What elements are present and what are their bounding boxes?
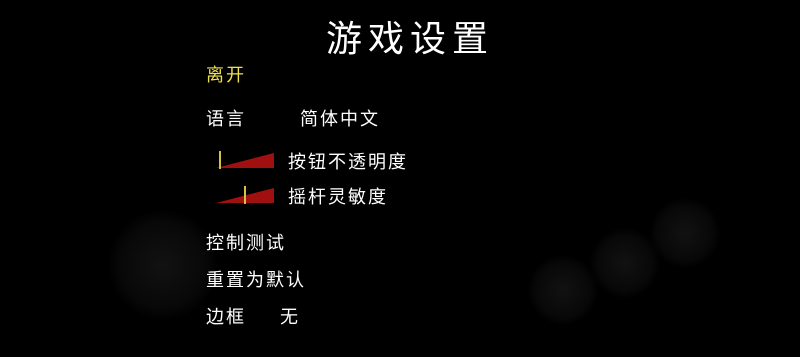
background-bokeh-4 [650, 198, 720, 268]
stick-sensitivity-slider[interactable] [216, 186, 274, 204]
button-opacity-slider[interactable] [216, 151, 274, 169]
border-value[interactable]: 无 [280, 303, 300, 329]
slider-knob[interactable] [244, 186, 246, 204]
language-value[interactable]: 简体中文 [300, 105, 380, 131]
background-bokeh-1 [108, 210, 218, 320]
page-title: 游戏设置 [325, 19, 494, 60]
slider-knob[interactable] [219, 151, 221, 169]
background-bokeh-3 [590, 228, 660, 298]
leave-button[interactable]: 离开 [206, 61, 246, 87]
background-bokeh-2 [528, 255, 598, 325]
control-test-button[interactable]: 控制测试 [206, 229, 286, 255]
button-opacity-label: 按钮不透明度 [288, 152, 408, 173]
stick-sensitivity-label: 摇杆灵敏度 [288, 187, 388, 208]
reset-default-button[interactable]: 重置为默认 [206, 266, 306, 292]
slider-track [216, 153, 274, 168]
language-label[interactable]: 语言 [206, 105, 246, 131]
border-label[interactable]: 边框 [206, 303, 246, 329]
